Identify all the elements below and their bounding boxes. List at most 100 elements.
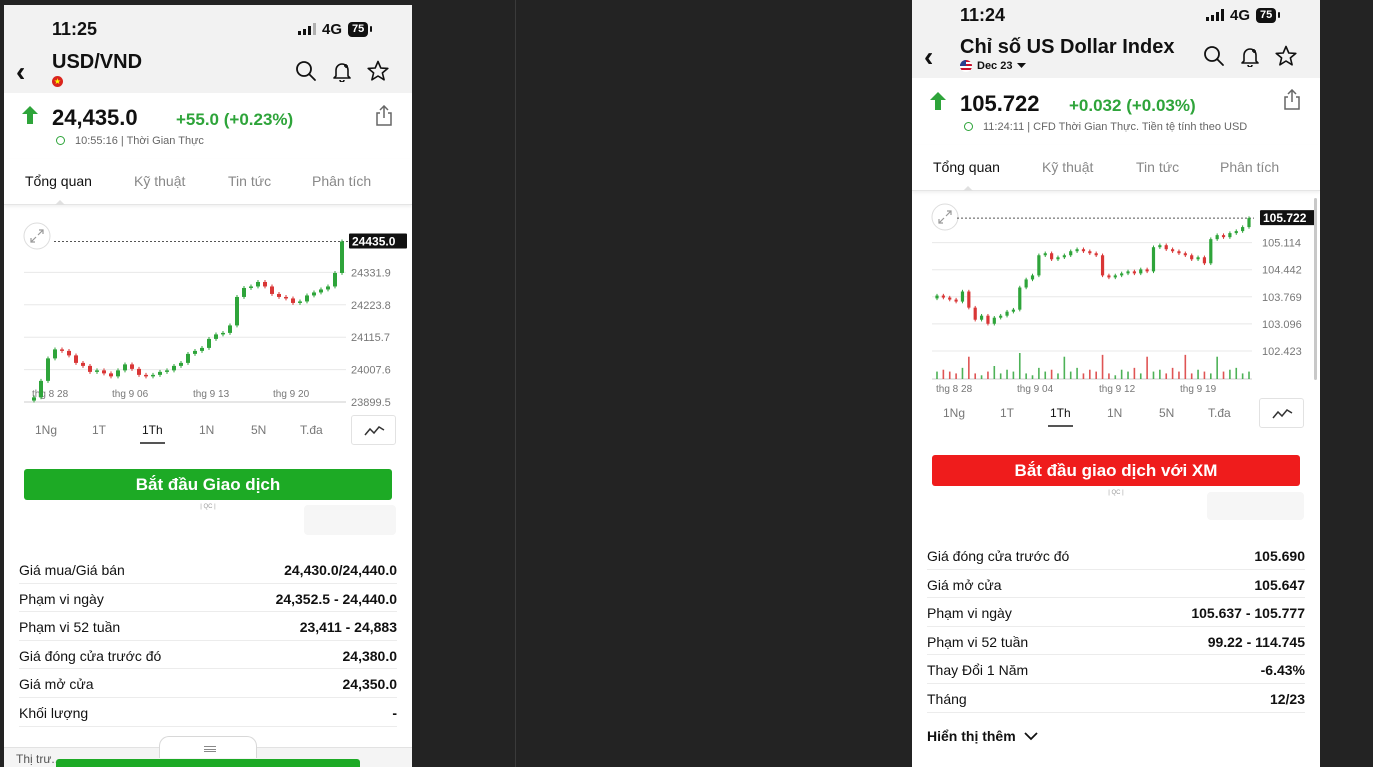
candle — [1075, 249, 1079, 252]
volume-bar — [1222, 371, 1225, 379]
range-1y[interactable]: 1N — [1107, 406, 1122, 420]
volume-bar — [974, 373, 977, 379]
candle — [967, 291, 971, 308]
candle — [1215, 235, 1219, 240]
tab-overview[interactable]: Tổng quan — [933, 159, 1000, 175]
candle — [123, 364, 127, 371]
range-max[interactable]: T.đa — [1208, 406, 1231, 420]
y-tick-label: 24223.8 — [351, 300, 391, 312]
star-watchlist-icon[interactable] — [367, 60, 389, 82]
volume-bar — [1146, 356, 1148, 379]
bottom-trade-button[interactable] — [56, 759, 360, 767]
chart-type-button[interactable] — [1259, 398, 1304, 428]
y-tick-label: 24007.6 — [351, 365, 391, 377]
candle — [172, 365, 176, 371]
candle — [333, 272, 337, 287]
caret-down-icon — [1017, 63, 1027, 68]
battery-icon: 75 — [1256, 7, 1281, 23]
candle — [95, 370, 99, 372]
stat-row: Giá đóng cửa trước đó 105.690 — [927, 541, 1305, 570]
page-title: Chỉ số US Dollar Index — [960, 36, 1175, 58]
volume-bar — [1197, 369, 1199, 379]
range-1d[interactable]: 1Ng — [943, 406, 965, 420]
share-icon[interactable] — [374, 105, 394, 127]
stat-row: Giá mở cửa 24,350.0 — [19, 669, 397, 698]
candle — [1081, 249, 1086, 252]
range-1w[interactable]: 1T — [92, 423, 106, 437]
chart-type-button[interactable] — [351, 415, 396, 445]
search-icon[interactable] — [295, 60, 317, 82]
tab-bar: Tổng quan Kỹ thuật Tin tức Phân tích — [4, 159, 412, 205]
back-button[interactable]: ‹ — [16, 58, 25, 86]
volume-bar — [1038, 367, 1040, 379]
tab-technical[interactable]: Kỹ thuật — [1042, 159, 1093, 175]
tab-analysis[interactable]: Phân tích — [312, 173, 371, 189]
candle — [214, 334, 218, 339]
candle — [1139, 269, 1143, 274]
drawer-handle[interactable] — [159, 736, 257, 758]
candle — [109, 373, 113, 377]
scrollbar[interactable] — [1314, 198, 1317, 380]
tab-analysis[interactable]: Phân tích — [1220, 159, 1279, 175]
search-icon[interactable] — [1203, 45, 1225, 67]
stats-table: Giá mua/Giá bán 24,430.0/24,440.0 Phạm vi… — [19, 555, 397, 727]
candle — [186, 353, 190, 363]
candle — [1177, 251, 1181, 254]
signal-icon — [1206, 9, 1224, 21]
candle — [1234, 231, 1238, 234]
volume-bar — [1089, 369, 1091, 379]
tab-news[interactable]: Tin tức — [1136, 159, 1179, 175]
volume-bar — [936, 371, 938, 379]
candle — [1094, 253, 1098, 256]
price-chart[interactable]: 105.114 104.442 103.769 103.096 102.423 105.7… — [912, 195, 1320, 395]
share-icon[interactable] — [1282, 89, 1302, 111]
range-max[interactable]: T.đa — [300, 423, 323, 437]
candle — [1024, 279, 1028, 288]
candle — [193, 350, 197, 354]
us-flag-icon — [960, 60, 972, 72]
candle — [312, 292, 316, 296]
start-trading-xm-button[interactable]: Bắt đầu giao dịch với XM — [932, 455, 1300, 486]
contract-selector[interactable]: Dec 23 — [960, 60, 1027, 72]
y-tick-label: 24331.9 — [351, 267, 391, 279]
price-chart[interactable]: 24331.9 24223.8 24115.7 24007.6 23899.5 24435… — [4, 210, 412, 415]
range-5y[interactable]: 5N — [251, 423, 266, 437]
range-5y[interactable]: 5N — [1159, 406, 1174, 420]
tab-technical[interactable]: Kỹ thuật — [134, 173, 185, 189]
candle — [960, 291, 965, 302]
volume-bar — [1229, 369, 1231, 379]
volume-bar — [1241, 373, 1244, 379]
volume-bar — [1203, 371, 1206, 379]
range-1m[interactable]: 1Th — [1048, 406, 1073, 427]
candle — [60, 349, 64, 351]
alert-bell-icon[interactable] — [331, 60, 353, 83]
range-1w[interactable]: 1T — [1000, 406, 1014, 420]
volume-bar — [1159, 369, 1161, 379]
y-tick-label: 104.442 — [1262, 265, 1302, 277]
signal-icon — [298, 23, 316, 35]
candle — [158, 371, 162, 375]
volume-bar — [1209, 373, 1212, 379]
stat-row: Thay Đổi 1 Năm -6.43% — [927, 655, 1305, 684]
volume-bar — [1108, 373, 1110, 379]
star-watchlist-icon[interactable] — [1275, 45, 1297, 67]
start-trading-button[interactable]: Bắt đầu Giao dịch — [24, 469, 392, 500]
candle — [1030, 275, 1035, 280]
range-1m[interactable]: 1Th — [140, 423, 165, 444]
candle — [1056, 257, 1060, 260]
candle — [954, 299, 958, 302]
range-1d[interactable]: 1Ng — [35, 423, 57, 437]
candle — [999, 315, 1003, 318]
volume-bar — [1057, 373, 1059, 379]
range-1y[interactable]: 1N — [199, 423, 214, 437]
tab-news[interactable]: Tin tức — [228, 173, 271, 189]
candle — [102, 370, 106, 374]
show-more-button[interactable]: Hiển thị thêm — [927, 728, 1038, 744]
candle — [941, 295, 945, 298]
candle — [67, 350, 71, 356]
tab-overview[interactable]: Tổng quan — [25, 173, 92, 189]
x-tick-label: thg 9 06 — [112, 389, 149, 400]
alert-bell-icon[interactable] — [1239, 45, 1261, 68]
back-button[interactable]: ‹ — [924, 43, 933, 71]
tab-indicator — [55, 200, 65, 205]
